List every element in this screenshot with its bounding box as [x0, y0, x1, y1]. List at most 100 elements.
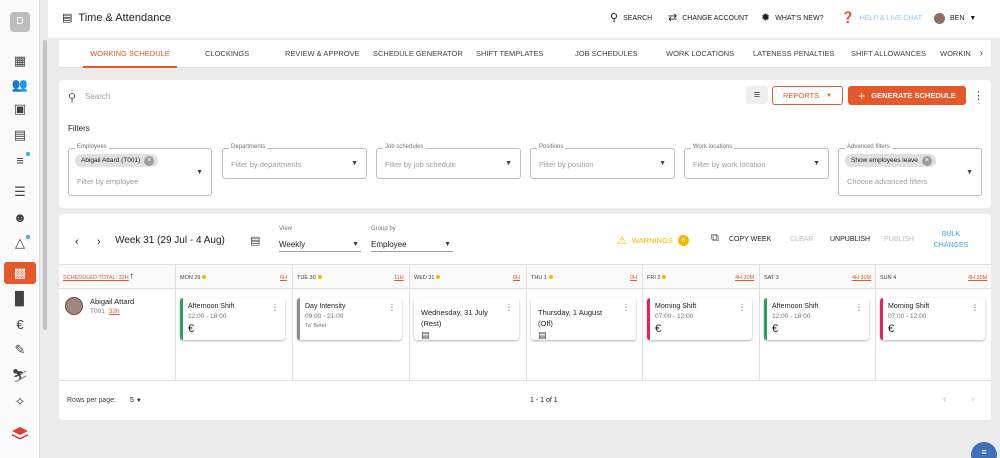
day-total-sun[interactable]: 4H 30M	[968, 275, 987, 281]
calendar-icon[interactable]: ▤	[4, 124, 36, 146]
employee-code: T001 32h	[90, 308, 120, 315]
tab-bar: WORKING SCHEDULE CLOCKINGS REVIEW & APPR…	[59, 40, 991, 68]
chevron-right-icon[interactable]: ›	[980, 48, 983, 59]
shift-card[interactable]: Afternoon Shift 12:00 - 18:00 € ⋮	[180, 298, 285, 340]
employee-name[interactable]: Abigail Attard	[90, 297, 134, 306]
chip-remove-icon[interactable]: ×	[144, 155, 155, 166]
whats-new-button[interactable]: ✹ WHAT'S NEW?	[761, 13, 823, 24]
prev-page-icon[interactable]: ‹	[943, 394, 946, 405]
more-vert-icon[interactable]: ⋮	[388, 303, 396, 312]
reports-button[interactable]: REPORTS ▼	[772, 86, 843, 105]
sidebar-scrollbar[interactable]	[43, 40, 47, 330]
tab-shift-templates[interactable]: SHIFT TEMPLATES	[476, 40, 544, 68]
next-page-icon[interactable]: ›	[971, 394, 974, 405]
dashboard-icon[interactable]: ▦	[4, 50, 36, 72]
bed-icon: ▤	[421, 330, 430, 340]
copy-week-button[interactable]: COPY WEEK	[729, 236, 771, 243]
people-icon[interactable]: 👥	[4, 74, 36, 96]
more-vert-icon[interactable]: ⋮	[855, 303, 863, 312]
building-icon[interactable]: ▉	[4, 288, 36, 310]
more-vert-icon[interactable]: ⋮	[271, 303, 279, 312]
filter-list-icon: ≡	[753, 89, 761, 101]
job-schedules-filter[interactable]: Job schedules Filter by job schedule ▼	[376, 144, 521, 179]
calendar-picker-icon[interactable]: ▤	[250, 234, 260, 247]
tab-lateness-penalties[interactable]: LATENESS PENALTIES	[753, 40, 834, 68]
tab-work-locations[interactable]: WORK LOCATIONS	[666, 40, 734, 68]
tab-working-schedule[interactable]: WORKING SCHEDULE	[83, 40, 177, 68]
advanced-filter-chip[interactable]: Show employees leave ×	[845, 154, 936, 167]
layers-icon[interactable]	[11, 426, 29, 440]
rate-review-icon[interactable]: ✎	[4, 339, 36, 361]
publish-button[interactable]: PUBLISH	[884, 236, 914, 243]
filter-toggle-button[interactable]: ≡	[746, 86, 768, 104]
day-total-sat[interactable]: 4H 30M	[852, 275, 871, 281]
shift-card[interactable]: Afternoon Shift 12:00 - 18:00 € ⋮	[764, 298, 869, 340]
attendance-icon[interactable]: ▩	[4, 262, 36, 284]
top-header: ▤ Time & Attendance ⚲ SEARCH ⇄ CHANGE AC…	[48, 0, 1000, 38]
search-icon: ⚲	[610, 12, 619, 24]
search-button[interactable]: ⚲ SEARCH	[610, 13, 652, 24]
generate-schedule-button[interactable]: + GENERATE SCHEDULE	[848, 86, 966, 105]
list-icon[interactable]: ☰	[4, 181, 36, 203]
prev-week-icon[interactable]: ‹	[75, 236, 79, 248]
tab-review-approve[interactable]: REVIEW & APPROVE	[285, 40, 360, 68]
shift-card[interactable]: Day Intensity 09:00 - 21:00 Ta' Betel ⋮	[297, 298, 402, 340]
tab-job-schedules[interactable]: JOB SCHEDULES	[575, 40, 638, 68]
warnings-button[interactable]: ⚠ WARNINGS 6	[617, 234, 689, 247]
shift-card[interactable]: Morning Shift 07:00 - 12:00 € ⋮	[880, 298, 985, 340]
warning-icon[interactable]: △	[4, 232, 36, 254]
tab-shift-allowances[interactable]: SHIFT ALLOWANCES	[851, 40, 926, 68]
checklist-fab[interactable]: ≡	[971, 442, 997, 458]
tab-working[interactable]: WORKIN	[940, 40, 971, 68]
employee-chip[interactable]: Abigail Attard (T001) ×	[75, 154, 159, 167]
sort-arrow-icon[interactable]: ↑	[129, 271, 134, 282]
plus-icon: +	[858, 88, 866, 103]
help-icon: ❓	[841, 12, 855, 24]
work-locations-filter[interactable]: Work locations Filter by work location ▼	[684, 144, 829, 179]
off-day-card[interactable]: Thursday, 1 August (Off) ▤ ⋮	[531, 298, 636, 340]
bulk-changes-button[interactable]: BULK CHANGES	[929, 229, 973, 251]
next-week-icon[interactable]: ›	[97, 236, 101, 248]
walk-icon[interactable]: ⛷	[4, 365, 36, 387]
shift-card[interactable]: Morning Shift 07:00 - 12:00 € ⋮	[647, 298, 752, 340]
unpublish-button[interactable]: UNPUBLISH	[830, 236, 870, 243]
day-total-tue[interactable]: 11H	[394, 275, 404, 281]
day-total-thu[interactable]: 0H	[630, 275, 637, 281]
user-menu[interactable]: BEN ▼	[934, 13, 976, 24]
tab-schedule-generator[interactable]: SCHEDULE GENERATOR	[373, 40, 463, 68]
positions-filter[interactable]: Positions Filter by position ▼	[530, 144, 675, 179]
chip-remove-icon[interactable]: ×	[921, 155, 932, 166]
euro-icon[interactable]: €	[4, 313, 36, 335]
accessibility-icon[interactable]: ✧	[4, 391, 36, 413]
tab-clockings[interactable]: CLOCKINGS	[205, 40, 249, 68]
rows-per-page-select[interactable]: 5 ▼	[130, 397, 142, 404]
dropdown-arrow-icon: ▼	[352, 241, 359, 248]
euro-icon: €	[888, 323, 895, 335]
clear-button[interactable]: CLEAR	[790, 236, 813, 243]
day-total-wed[interactable]: 0H	[513, 275, 520, 281]
checklist-icon[interactable]: ≡	[4, 149, 36, 171]
advanced-filters[interactable]: Advanced filters Show employees leave × …	[838, 144, 982, 196]
more-vert-icon[interactable]: ⋮	[973, 89, 984, 102]
view-select[interactable]: View Weekly ▼	[279, 226, 361, 252]
search-input[interactable]	[85, 89, 385, 103]
group-by-select[interactable]: Group by Employee ▼	[371, 226, 453, 252]
employee-hours-link[interactable]: 32h	[109, 308, 120, 315]
more-vert-icon[interactable]: ⋮	[505, 303, 513, 312]
day-total-mon[interactable]: 6H	[280, 275, 287, 281]
rest-day-card[interactable]: Wednesday, 31 July (Rest) ▤ ⋮	[414, 298, 519, 340]
scheduled-total-link[interactable]: SCHEDULED TOTAL: 32H	[63, 275, 129, 281]
change-account-button[interactable]: ⇄ CHANGE ACCOUNT	[668, 13, 748, 24]
company-logo[interactable]: D	[10, 12, 30, 32]
employees-filter[interactable]: Employees Abigail Attard (T001) × Filter…	[68, 144, 212, 196]
dropdown-arrow-icon: ▼	[813, 160, 820, 167]
more-vert-icon[interactable]: ⋮	[738, 303, 746, 312]
more-vert-icon[interactable]: ⋮	[971, 303, 979, 312]
departments-filter[interactable]: Departments Filter by departments ▼	[222, 144, 367, 179]
checklist-icon: ≡	[981, 447, 987, 457]
contact-card-icon[interactable]: ▣	[4, 98, 36, 120]
help-chat-button[interactable]: ❓ HELP & LIVE CHAT	[841, 13, 922, 24]
day-total-fri[interactable]: 4H 30M	[735, 275, 754, 281]
more-vert-icon[interactable]: ⋮	[622, 303, 630, 312]
person-voice-icon[interactable]: ☻	[4, 206, 36, 228]
